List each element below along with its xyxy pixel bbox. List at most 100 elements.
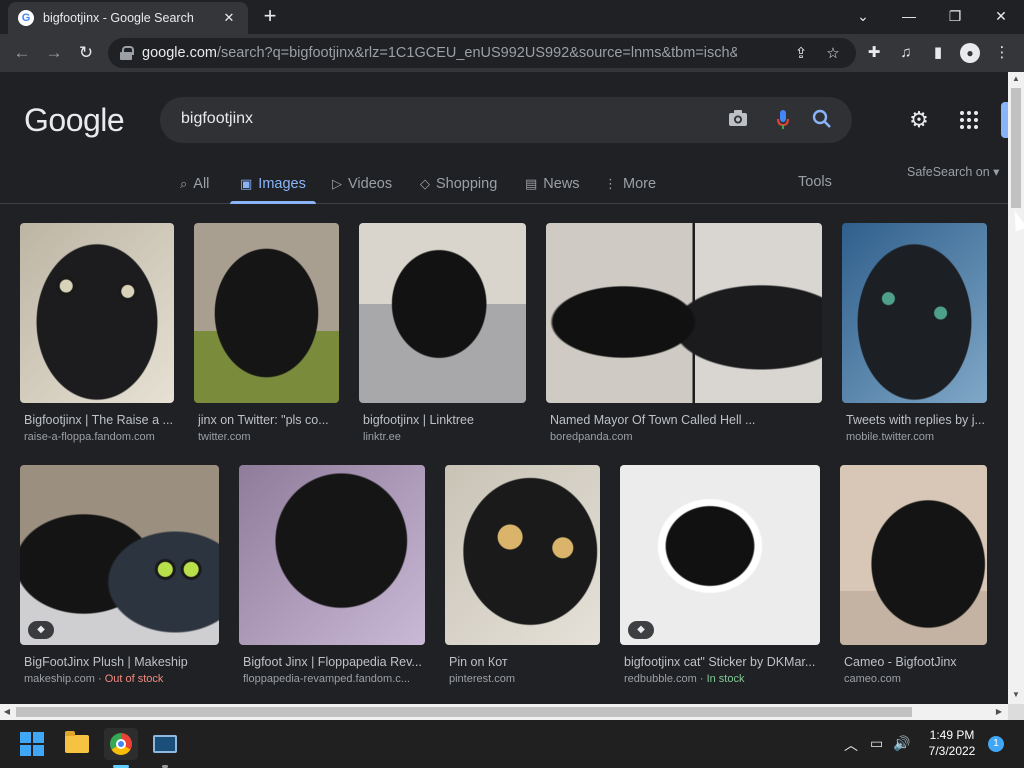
- image-thumbnail[interactable]: [445, 465, 600, 645]
- result-title[interactable]: Bigfootjinx | The Raise a ...: [24, 413, 174, 427]
- back-button[interactable]: ←: [10, 41, 34, 65]
- scroll-left-arrow-icon[interactable]: ◀: [0, 704, 14, 720]
- scrollbar-corner: [1008, 704, 1024, 720]
- tab-label: More: [623, 175, 657, 192]
- image-result-card[interactable]: Named Mayor Of Town Called Hell ... bore…: [546, 223, 822, 443]
- tag-icon: ◇: [420, 175, 430, 191]
- close-tab-icon[interactable]: ✕: [220, 10, 238, 26]
- restore-button[interactable]: ❐: [940, 4, 970, 28]
- side-panel-icon[interactable]: ▮: [928, 43, 948, 63]
- result-source: cameo.com: [844, 673, 901, 685]
- tab-search-button[interactable]: ⌄: [848, 4, 878, 28]
- minimize-button[interactable]: —: [894, 4, 924, 28]
- image-result-card[interactable]: ◆ BigFootJinx Plush | Makeship makeship.…: [20, 465, 219, 695]
- tab-images[interactable]: ▣ Images: [230, 164, 316, 204]
- tab-shopping[interactable]: ◇ Shopping: [420, 164, 497, 203]
- image-result-card[interactable]: Bigfoot Jinx | Floppapedia Rev... floppa…: [239, 465, 425, 695]
- tab-more[interactable]: ⋮ More: [604, 164, 656, 203]
- google-logo[interactable]: Google: [24, 102, 125, 139]
- google-apps-icon[interactable]: [960, 111, 978, 129]
- clock-date: 7/3/2022: [928, 744, 976, 758]
- horizontal-scrollbar[interactable]: ◀ ▶: [0, 704, 1008, 720]
- image-thumbnail[interactable]: [194, 223, 339, 403]
- voice-search-icon[interactable]: [772, 109, 794, 131]
- image-result-card[interactable]: Bigfootjinx | The Raise a ... raise-a-fl…: [20, 223, 174, 443]
- vertical-scrollbar[interactable]: ▲ ▼: [1008, 72, 1024, 704]
- close-window-button[interactable]: ✕: [986, 4, 1016, 28]
- image-thumbnail[interactable]: [20, 223, 174, 403]
- image-thumbnail[interactable]: ◆: [620, 465, 820, 645]
- image-result-card[interactable]: jinx on Twitter: "pls co... twitter.com: [194, 223, 339, 443]
- media-controls-icon[interactable]: ♫: [896, 43, 916, 63]
- start-button[interactable]: [15, 728, 49, 760]
- lock-icon[interactable]: [120, 46, 134, 60]
- tab-videos[interactable]: ▷ Videos: [332, 164, 392, 203]
- extensions-icon[interactable]: ✚: [864, 43, 884, 63]
- tab-all[interactable]: ⌕ All: [180, 164, 209, 203]
- share-icon[interactable]: ⇪: [792, 45, 810, 63]
- address-bar[interactable]: google.com /search?q=bigfootjinx&rlz=1C1…: [108, 38, 856, 68]
- image-thumbnail[interactable]: [546, 223, 822, 403]
- result-title[interactable]: Tweets with replies by j...: [846, 413, 987, 427]
- image-result-card[interactable]: Pin on Кот pinterest.com: [445, 465, 600, 695]
- image-thumbnail[interactable]: [239, 465, 425, 645]
- result-title[interactable]: Bigfoot Jinx | Floppapedia Rev...: [243, 655, 425, 669]
- image-thumbnail[interactable]: [359, 223, 526, 403]
- sign-in-button[interactable]: [1001, 102, 1008, 138]
- tools-button[interactable]: Tools: [798, 174, 832, 190]
- browser-menu-icon[interactable]: ⋮: [992, 43, 1012, 63]
- result-title[interactable]: jinx on Twitter: "pls co...: [198, 413, 339, 427]
- scrollbar-thumb[interactable]: [16, 707, 912, 717]
- result-title[interactable]: Cameo - BigfootJinx: [844, 655, 987, 669]
- result-source: floppapedia-revamped.fandom.c...: [243, 673, 410, 685]
- profile-avatar-icon[interactable]: ●: [960, 43, 980, 63]
- search-query-text: bigfootjinx: [181, 110, 254, 127]
- windows-logo-icon: [20, 732, 44, 756]
- image-thumbnail[interactable]: ◆: [20, 465, 219, 645]
- scroll-up-arrow-icon[interactable]: ▲: [1008, 72, 1024, 86]
- url-host: google.com: [142, 45, 217, 61]
- network-icon[interactable]: ▭: [870, 735, 883, 752]
- result-source: boredpanda.com: [550, 431, 633, 443]
- folder-icon: [65, 731, 89, 753]
- result-source: redbubble.com · In stock: [624, 673, 820, 685]
- search-input[interactable]: bigfootjinx: [160, 97, 852, 143]
- result-title[interactable]: BigFootJinx Plush | Makeship: [24, 655, 219, 669]
- forward-button[interactable]: →: [42, 41, 66, 65]
- browser-tab[interactable]: G bigfootjinx - Google Search ✕: [8, 2, 248, 34]
- photos-taskbar-button[interactable]: [148, 728, 182, 760]
- file-explorer-button[interactable]: [60, 728, 94, 760]
- clock[interactable]: 1:49 PM 7/3/2022: [918, 727, 986, 759]
- tab-news[interactable]: ▤ News: [525, 164, 580, 203]
- product-tag-icon: ◆: [28, 621, 54, 639]
- scroll-right-arrow-icon[interactable]: ▶: [992, 704, 1006, 720]
- image-result-card[interactable]: Cameo - BigfootJinx cameo.com: [840, 465, 987, 695]
- tray-chevron-icon[interactable]: ︿: [844, 735, 858, 755]
- result-title[interactable]: Pin on Кот: [449, 655, 600, 669]
- volume-icon[interactable]: 🔊: [893, 735, 910, 752]
- result-title[interactable]: bigfootjinx | Linktree: [363, 413, 526, 427]
- safesearch-toggle[interactable]: SafeSearch on ▾: [907, 164, 999, 179]
- notification-badge[interactable]: 1: [988, 736, 1004, 752]
- result-source: twitter.com: [198, 431, 251, 443]
- google-favicon-icon: G: [18, 10, 34, 26]
- camera-search-icon[interactable]: [727, 109, 749, 131]
- image-thumbnail[interactable]: [842, 223, 987, 403]
- result-title[interactable]: bigfootjinx cat" Sticker by DKMar...: [624, 655, 820, 669]
- reload-button[interactable]: ↻: [74, 41, 98, 65]
- settings-gear-icon[interactable]: ⚙: [906, 107, 932, 133]
- image-result-card[interactable]: ◆ bigfootjinx cat" Sticker by DKMar... r…: [620, 465, 820, 695]
- clock-time: 1:49 PM: [929, 728, 975, 742]
- bookmark-star-icon[interactable]: ☆: [824, 45, 842, 63]
- search-icon[interactable]: [811, 109, 833, 131]
- image-result-card[interactable]: bigfootjinx | Linktree linktr.ee: [359, 223, 526, 443]
- scroll-down-arrow-icon[interactable]: ▼: [1008, 688, 1024, 702]
- stock-status: · In stock: [699, 673, 745, 685]
- chrome-taskbar-button[interactable]: [104, 728, 138, 760]
- search-results-page: Google bigfootjinx ⚙ ⌕ All ▣ Images ▷ Video…: [0, 72, 1008, 704]
- result-title[interactable]: Named Mayor Of Town Called Hell ...: [550, 413, 822, 427]
- new-tab-button[interactable]: +: [258, 5, 282, 29]
- image-result-card[interactable]: Tweets with replies by j... mobile.twitt…: [842, 223, 987, 443]
- scrollbar-thumb[interactable]: [1011, 88, 1021, 208]
- image-thumbnail[interactable]: [840, 465, 987, 645]
